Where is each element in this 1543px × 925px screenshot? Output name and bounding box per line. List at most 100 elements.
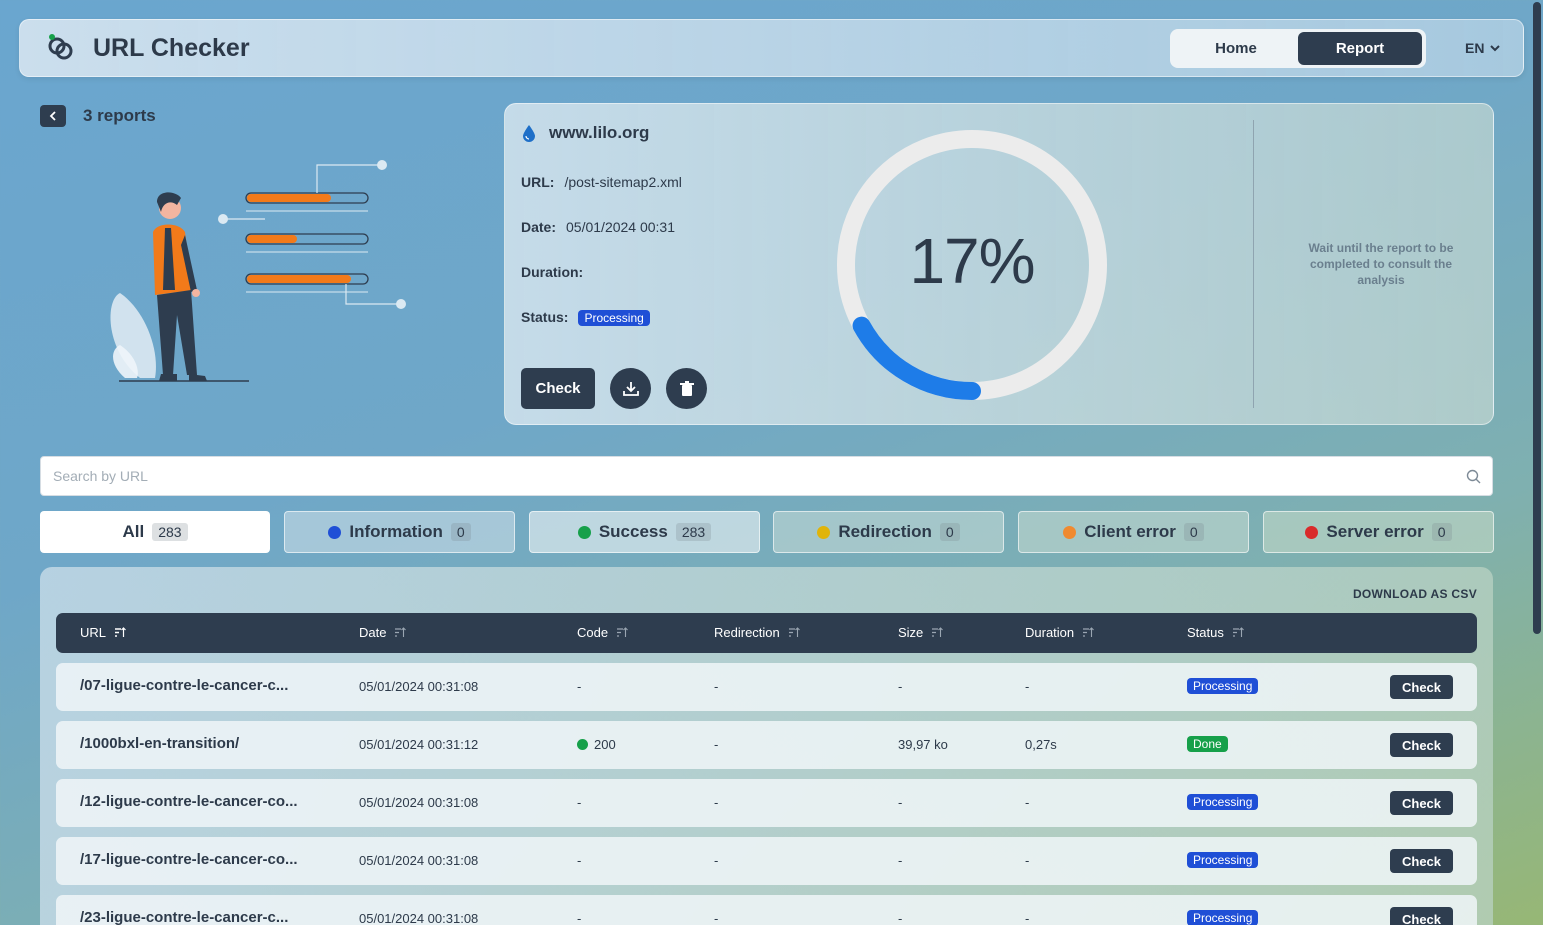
table-row[interactable]: /1000bxl-en-transition/ 05/01/2024 00:31… — [56, 721, 1477, 769]
column-header-url[interactable]: URL — [80, 625, 126, 640]
row-url[interactable]: /07-ligue-contre-le-cancer-c... — [80, 677, 312, 694]
search-input[interactable] — [41, 457, 1431, 495]
date-value: 05/01/2024 00:31 — [566, 219, 676, 235]
sort-icon — [115, 627, 126, 637]
download-csv-button[interactable]: DOWNLOAD AS CSV — [1353, 587, 1477, 601]
row-date: 05/01/2024 00:31:08 — [359, 795, 479, 810]
row-status: Processing — [1187, 910, 1259, 925]
row-size: - — [898, 911, 903, 925]
filter-count: 0 — [939, 523, 960, 541]
sort-icon — [1232, 627, 1244, 637]
delete-report-button[interactable] — [666, 368, 707, 409]
nav-report-button[interactable]: Report — [1298, 32, 1422, 65]
filter-tab-information[interactable]: Information 0 — [284, 511, 515, 553]
table-row[interactable]: /12-ligue-contre-le-cancer-co... 05/01/2… — [56, 779, 1477, 827]
row-duration: - — [1025, 911, 1030, 925]
search-icon[interactable] — [1466, 469, 1481, 484]
reports-count-label: 3 reports — [83, 106, 156, 125]
column-header-redirection[interactable]: Redirection — [714, 625, 800, 640]
language-label: EN — [1465, 40, 1485, 56]
row-check-button[interactable]: Check — [1390, 733, 1453, 757]
table-row[interactable]: /17-ligue-contre-le-cancer-co... 05/01/2… — [56, 837, 1477, 885]
filter-label: Server error — [1326, 522, 1424, 541]
row-code: - — [577, 853, 582, 868]
report-date-field: Date: 05/01/2024 00:31 — [521, 219, 675, 235]
row-size: - — [898, 853, 903, 868]
filter-label: All — [122, 522, 145, 541]
row-redirection: - — [714, 853, 719, 868]
search-bar — [40, 456, 1493, 496]
row-redirection: - — [714, 795, 719, 810]
table-row[interactable]: /07-ligue-contre-le-cancer-c... 05/01/20… — [56, 663, 1477, 711]
filter-label: Client error — [1084, 522, 1176, 541]
status-badge: Done — [1187, 736, 1228, 752]
table-header: URL Date Code Redirection Size Duration … — [56, 613, 1477, 653]
duration-label: Duration: — [521, 264, 584, 280]
filter-tab-client-error[interactable]: Client error 0 — [1018, 511, 1249, 553]
filter-count: 283 — [152, 523, 188, 541]
progress-percent: 17% — [909, 225, 1035, 297]
table-row[interactable]: /23-ligue-contre-le-cancer-c... 05/01/20… — [56, 895, 1477, 925]
column-label: URL — [80, 625, 107, 640]
app-title: URL Checker — [93, 34, 250, 62]
page-scrollbar[interactable] — [1529, 0, 1543, 925]
row-redirection: - — [714, 737, 719, 752]
sort-icon — [395, 627, 407, 637]
url-label: URL: — [521, 174, 555, 190]
row-size: - — [898, 795, 903, 810]
nav-home-button[interactable]: Home — [1174, 32, 1298, 65]
row-check-button[interactable]: Check — [1390, 791, 1453, 815]
scrollbar-thumb[interactable] — [1533, 2, 1541, 634]
row-url[interactable]: /17-ligue-contre-le-cancer-co... — [80, 851, 312, 868]
row-check-button[interactable]: Check — [1390, 849, 1453, 873]
report-card: www.lilo.org URL: /post-sitemap2.xml Date… — [504, 103, 1494, 425]
filter-tab-server-error[interactable]: Server error 0 — [1263, 511, 1494, 553]
column-header-date[interactable]: Date — [359, 625, 407, 640]
chevron-left-icon — [49, 111, 56, 121]
row-status: Processing — [1187, 678, 1259, 694]
status-badge: Processing — [1187, 794, 1259, 810]
row-check-button[interactable]: Check — [1390, 907, 1453, 925]
sort-icon — [1083, 627, 1095, 637]
download-report-button[interactable] — [610, 368, 651, 409]
column-header-code[interactable]: Code — [577, 625, 628, 640]
status-badge: Processing — [1187, 678, 1259, 694]
row-code: - — [577, 911, 582, 925]
row-status: Processing — [1187, 794, 1259, 810]
report-duration-field: Duration: — [521, 264, 593, 280]
report-url-field: URL: /post-sitemap2.xml — [521, 174, 682, 190]
report-illustration — [110, 160, 406, 382]
row-size: 39,97 ko — [898, 737, 948, 752]
filter-label: Information — [349, 522, 443, 541]
row-check-button[interactable]: Check — [1390, 675, 1453, 699]
app-header: URL Checker Home Report EN — [19, 19, 1524, 77]
column-label: Status — [1187, 625, 1224, 640]
status-badge: Processing — [1187, 852, 1259, 868]
redirection-dot-icon — [817, 525, 831, 539]
row-status: Processing — [1187, 852, 1259, 868]
language-selector[interactable]: EN — [1465, 40, 1501, 56]
success-dot-icon — [577, 739, 588, 750]
check-report-button[interactable]: Check — [521, 368, 595, 409]
row-date: 05/01/2024 00:31:08 — [359, 911, 479, 925]
row-duration: - — [1025, 795, 1030, 810]
row-size: - — [898, 679, 903, 694]
filter-tab-all[interactable]: All 283 — [40, 511, 270, 553]
card-divider — [1253, 120, 1254, 408]
row-date: 05/01/2024 00:31:08 — [359, 853, 479, 868]
column-header-status[interactable]: Status — [1187, 625, 1244, 640]
column-header-size[interactable]: Size — [898, 625, 944, 640]
row-url[interactable]: /1000bxl-en-transition/ — [80, 735, 312, 752]
column-label: Redirection — [714, 625, 780, 640]
column-label: Size — [898, 625, 924, 640]
row-url[interactable]: /12-ligue-contre-le-cancer-co... — [80, 793, 312, 810]
column-header-duration[interactable]: Duration — [1025, 625, 1095, 640]
row-url[interactable]: /23-ligue-contre-le-cancer-c... — [80, 909, 312, 925]
row-status: Done — [1187, 736, 1228, 752]
filter-tab-redirection[interactable]: Redirection 0 — [773, 511, 1004, 553]
filter-tab-success[interactable]: Success 283 — [529, 511, 760, 553]
row-code-value: 200 — [594, 737, 616, 752]
filter-label: Redirection — [838, 522, 932, 541]
back-button[interactable] — [40, 105, 66, 127]
column-label: Duration — [1025, 625, 1075, 640]
